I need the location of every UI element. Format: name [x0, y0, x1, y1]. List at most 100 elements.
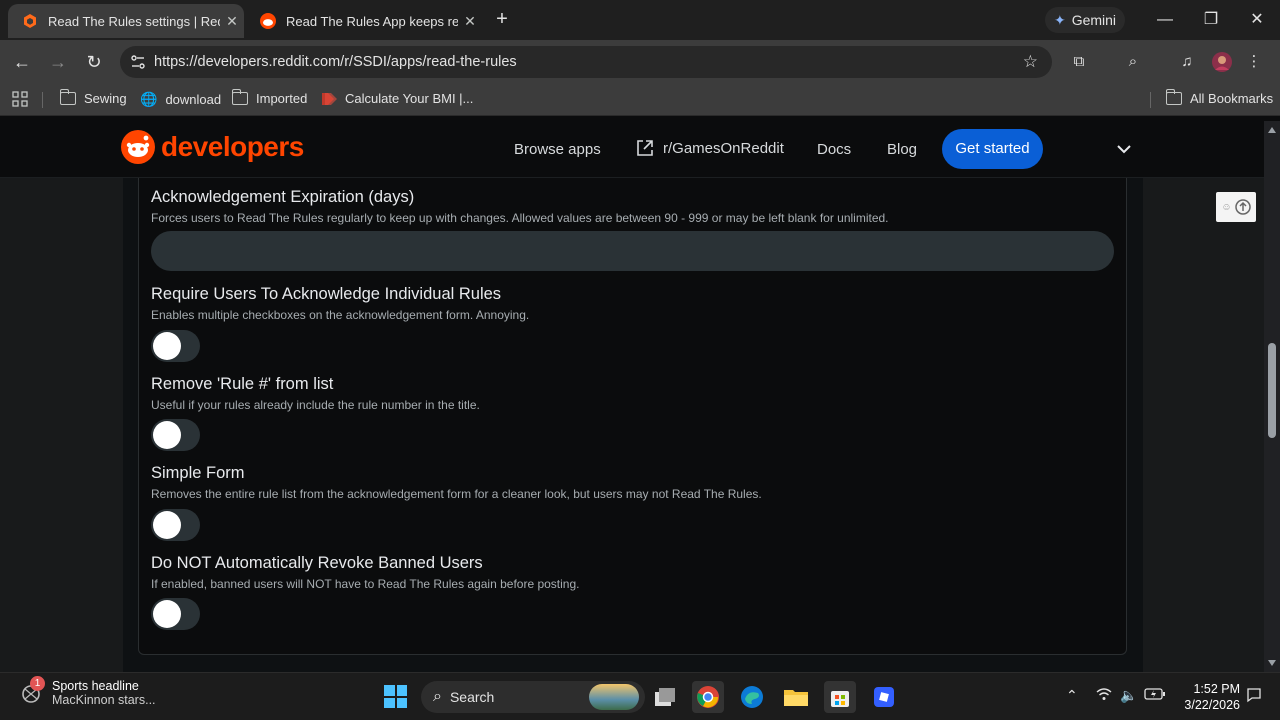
reddit-favicon-icon: [260, 13, 276, 29]
tab-close-icon[interactable]: ✕: [220, 13, 244, 30]
require-individual-rules-field: Require Users To Acknowledge Individual …: [151, 285, 529, 322]
search-highlight-image: [589, 684, 639, 710]
nav-browse-apps[interactable]: Browse apps: [514, 141, 601, 158]
nav-games-on-reddit[interactable]: r/GamesOnReddit: [636, 139, 784, 157]
simple-form-field: Simple Form Removes the entire rule list…: [151, 464, 762, 501]
floating-widget[interactable]: ☺: [1216, 192, 1256, 222]
edge-taskbar-icon[interactable]: [736, 681, 768, 713]
notification-center-icon[interactable]: [1246, 687, 1262, 706]
scroll-down-arrow-icon[interactable]: [1268, 660, 1276, 666]
scroll-to-top-icon[interactable]: [1234, 199, 1251, 215]
reddit-developers-logo[interactable]: developers: [121, 130, 304, 164]
bmi-site-icon: [322, 92, 337, 105]
toggle-knob: [153, 600, 181, 628]
chevron-down-icon[interactable]: [1114, 139, 1134, 159]
logo-text: developers: [161, 131, 304, 162]
remove-rule-number-description: Useful if your rules already include the…: [151, 398, 480, 412]
site-info-icon[interactable]: [130, 54, 146, 70]
get-started-button[interactable]: Get started: [942, 129, 1043, 169]
nav-docs[interactable]: Docs: [817, 141, 851, 158]
notification-badge: 1: [30, 676, 45, 691]
new-tab-button[interactable]: +: [490, 8, 514, 32]
gemini-label: Gemini: [1071, 12, 1117, 28]
folder-icon: [1165, 89, 1182, 105]
bookmark-label: Imported: [256, 91, 308, 106]
page-scrollbar[interactable]: [1264, 121, 1280, 672]
revoke-banned-users-field: Do NOT Automatically Revoke Banned Users…: [151, 554, 580, 591]
back-button[interactable]: ←: [10, 50, 34, 74]
minimize-button[interactable]: —: [1150, 8, 1180, 32]
browser-menu-icon[interactable]: ⋮: [1242, 50, 1266, 74]
microsoft-store-icon[interactable]: [824, 681, 856, 713]
simple-form-toggle[interactable]: [151, 509, 200, 541]
bookmark-sewing[interactable]: Sewing: [59, 89, 127, 106]
snoo-icon: [121, 130, 155, 164]
scrollbar-thumb[interactable]: [1268, 343, 1276, 438]
restore-button[interactable]: ❐: [1196, 8, 1226, 32]
bookmark-download[interactable]: 🌐 download: [140, 91, 221, 108]
devplatform-favicon-icon: [24, 14, 36, 28]
expiration-field: Acknowledgement Expiration (days) Forces…: [151, 188, 889, 225]
bookmarks-divider: [42, 92, 43, 108]
tab-read-the-rules-app[interactable]: Read The Rules App keeps remembering ✕: [246, 4, 482, 38]
all-bookmarks[interactable]: All Bookmarks: [1165, 89, 1273, 106]
external-link-icon: [637, 140, 653, 156]
profile-avatar[interactable]: [1210, 50, 1234, 74]
address-bar[interactable]: https://developers.reddit.com/r/SSDI/app…: [120, 46, 1052, 78]
bookmark-calculate-bmi[interactable]: Calculate Your BMI |...: [321, 91, 473, 106]
bookmark-star-icon[interactable]: ☆: [1023, 52, 1038, 72]
tab-search-icon[interactable]: ⌕: [1121, 50, 1145, 74]
folder-icon: [231, 89, 248, 105]
task-view-icon[interactable]: [649, 681, 681, 713]
nav-blog[interactable]: Blog: [887, 141, 917, 158]
volume-icon[interactable]: 🔈: [1120, 687, 1137, 704]
search-label: Search: [449, 689, 495, 705]
chrome-taskbar-icon[interactable]: [692, 681, 724, 713]
windows-start-icon[interactable]: [384, 685, 407, 708]
forward-button[interactable]: →: [46, 50, 70, 74]
roblox-taskbar-icon[interactable]: [868, 681, 900, 713]
bookmark-label: Calculate Your BMI |...: [345, 91, 474, 106]
wifi-icon[interactable]: [1096, 687, 1112, 704]
revoke-banned-users-toggle[interactable]: [151, 598, 200, 630]
battery-icon[interactable]: [1144, 687, 1166, 704]
clock-time: 1:52 PM: [1193, 682, 1240, 696]
expiration-input[interactable]: [151, 231, 1114, 271]
show-hidden-icons[interactable]: ⌃: [1066, 687, 1078, 704]
tab-close-icon[interactable]: ✕: [458, 13, 482, 30]
tab-title: Read The Rules settings | Reddit: [48, 13, 220, 29]
remove-rule-number-field: Remove 'Rule #' from list Useful if your…: [151, 375, 480, 412]
page-viewport: developers Browse apps r/GamesOnReddit D…: [0, 121, 1264, 672]
url-text: https://developers.reddit.com/r/SSDI/app…: [154, 54, 517, 70]
widget-snoo-icon: ☺: [1221, 201, 1232, 213]
file-explorer-icon[interactable]: [780, 681, 812, 713]
right-gutter: [1143, 178, 1264, 672]
bookmark-label: Sewing: [84, 91, 127, 106]
system-clock[interactable]: 1:52 PM 3/22/2026: [1176, 681, 1240, 713]
window-close-button[interactable]: ✕: [1242, 8, 1272, 32]
expiration-label: Acknowledgement Expiration (days): [151, 188, 415, 206]
toggle-knob: [153, 421, 181, 449]
media-controls-icon[interactable]: ♫: [1175, 50, 1199, 74]
extensions-icon[interactable]: ⧉: [1067, 50, 1091, 74]
simple-form-description: Removes the entire rule list from the ac…: [151, 487, 762, 501]
bookmark-imported[interactable]: Imported: [231, 89, 308, 106]
widget-title: Sports headline: [52, 679, 139, 693]
toggle-knob: [153, 332, 181, 360]
windows-taskbar: 1 Sports headline MacKinnon stars... ⌕ S…: [0, 672, 1280, 720]
bookmarks-bar: Sewing 🌐 download Imported Calculate You…: [0, 84, 1280, 116]
remove-rule-number-toggle[interactable]: [151, 419, 200, 451]
toggle-knob: [153, 511, 181, 539]
news-widget[interactable]: 1 Sports headline MacKinnon stars...: [20, 676, 156, 707]
sports-widget-icon: 1: [20, 676, 45, 704]
apps-grid-icon[interactable]: [12, 91, 28, 107]
scroll-up-arrow-icon[interactable]: [1268, 127, 1276, 133]
revoke-banned-users-description: If enabled, banned users will NOT have t…: [151, 577, 580, 591]
require-individual-rules-toggle[interactable]: [151, 330, 200, 362]
taskbar-search[interactable]: ⌕ Search: [421, 681, 645, 713]
reload-button[interactable]: ↻: [82, 50, 106, 74]
expiration-description: Forces users to Read The Rules regularly…: [151, 211, 889, 225]
revoke-banned-users-label: Do NOT Automatically Revoke Banned Users: [151, 554, 483, 572]
gemini-button[interactable]: ✦ Gemini: [1045, 7, 1125, 33]
tab-read-the-rules-settings[interactable]: Read The Rules settings | Reddit ✕: [8, 4, 244, 38]
